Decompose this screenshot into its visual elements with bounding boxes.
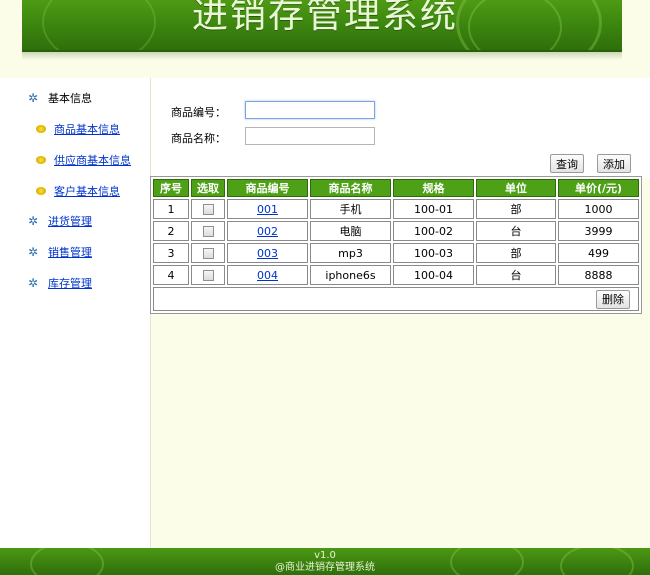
tree-icon: ✲ [28, 91, 39, 105]
product-table: 序号 选取 商品编号 商品名称 规格 单位 单价(/元) 1 001 手机 10… [150, 176, 642, 314]
price-cell: 3999 [558, 221, 639, 241]
spec-cell: 100-03 [393, 243, 474, 263]
unit-cell: 部 [476, 199, 556, 219]
sidebar-item-sales[interactable]: ✲ 销售管理 [28, 244, 92, 260]
product-code-input[interactable] [245, 101, 375, 119]
app-title: 进销存管理系统 [192, 0, 459, 36]
table-row: 4 004 iphone6s 100-04 台 8888 [153, 265, 639, 285]
sidebar-link-stock[interactable]: 库存管理 [48, 275, 92, 291]
product-name-cell: mp3 [310, 243, 391, 263]
row-checkbox[interactable] [202, 248, 214, 259]
table-row: 3 003 mp3 100-03 部 499 [153, 243, 639, 263]
tree-icon: ✲ [28, 276, 39, 290]
table-row: 1 001 手机 100-01 部 1000 [153, 199, 639, 219]
row-number: 4 [153, 265, 189, 285]
tree-icon: ✲ [28, 245, 39, 259]
sidebar-item-product-info[interactable]: 商品基本信息 [36, 121, 120, 137]
price-cell: 1000 [558, 199, 639, 219]
column-header: 商品名称 [310, 179, 391, 197]
row-checkbox[interactable] [202, 270, 214, 281]
row-number: 1 [153, 199, 189, 219]
sidebar-item-label: 基本信息 [48, 92, 92, 105]
sidebar-item-stock[interactable]: ✲ 库存管理 [28, 275, 92, 291]
add-button[interactable]: 添加 [597, 154, 631, 173]
spec-cell: 100-02 [393, 221, 474, 241]
spec-cell: 100-04 [393, 265, 474, 285]
column-header: 序号 [153, 179, 189, 197]
column-header: 选取 [191, 179, 225, 197]
sidebar-link-sales[interactable]: 销售管理 [48, 244, 92, 260]
sidebar-link-product-info[interactable]: 商品基本信息 [54, 121, 120, 137]
table-actions-cell: 删除 [153, 287, 639, 311]
bullet-icon [36, 187, 46, 195]
sidebar-item-supplier-info[interactable]: 供应商基本信息 [36, 152, 131, 168]
product-code-cell: 002 [227, 221, 308, 241]
banner-decoration [42, 0, 156, 50]
product-name-input[interactable] [245, 127, 375, 145]
banner-decoration [468, 0, 562, 50]
row-checkbox[interactable] [202, 204, 214, 215]
footer: v1.0 @商业进销存管理系统 [0, 548, 650, 575]
sidebar [0, 78, 151, 548]
column-header: 单位 [476, 179, 556, 197]
price-cell: 499 [558, 243, 639, 263]
product-name-cell: iphone6s [310, 265, 391, 285]
unit-cell: 台 [476, 265, 556, 285]
unit-cell: 部 [476, 243, 556, 263]
table-header-row: 序号 选取 商品编号 商品名称 规格 单位 单价(/元) [153, 179, 639, 197]
spec-cell: 100-01 [393, 199, 474, 219]
tree-icon: ✲ [28, 214, 39, 228]
table-row: 2 002 电脑 100-02 台 3999 [153, 221, 639, 241]
product-code-label: 商品编号： [171, 106, 226, 119]
sidebar-link-purchase[interactable]: 进货管理 [48, 213, 92, 229]
product-code-link[interactable]: 002 [257, 225, 278, 238]
row-select-cell [191, 265, 225, 285]
column-header: 规格 [393, 179, 474, 197]
row-select-cell [191, 221, 225, 241]
banner-shadow [22, 52, 622, 60]
footer-copyright: @商业进销存管理系统 [275, 562, 375, 573]
banner-image: 进销存管理系统 [22, 0, 622, 52]
product-code-cell: 001 [227, 199, 308, 219]
sidebar-item-customer-info[interactable]: 客户基本信息 [36, 183, 120, 199]
product-code-link[interactable]: 003 [257, 247, 278, 260]
row-checkbox[interactable] [202, 226, 214, 237]
row-select-cell [191, 199, 225, 219]
product-code-link[interactable]: 004 [257, 269, 278, 282]
sidebar-item-basic-info[interactable]: ✲ 基本信息 [28, 90, 92, 106]
query-button[interactable]: 查询 [550, 154, 584, 173]
bullet-icon [36, 156, 46, 164]
delete-button[interactable]: 删除 [596, 289, 630, 309]
bullet-icon [36, 125, 46, 133]
product-code-link[interactable]: 001 [257, 203, 278, 216]
column-header: 单价(/元) [558, 179, 639, 197]
row-select-cell [191, 243, 225, 263]
column-header: 商品编号 [227, 179, 308, 197]
product-code-cell: 003 [227, 243, 308, 263]
product-code-cell: 004 [227, 265, 308, 285]
footer-version: v1.0 [314, 550, 336, 561]
table-footer-row: 删除 [153, 287, 639, 311]
sidebar-link-customer-info[interactable]: 客户基本信息 [54, 183, 120, 199]
row-number: 2 [153, 221, 189, 241]
sidebar-link-supplier-info[interactable]: 供应商基本信息 [54, 152, 131, 168]
sidebar-item-purchase[interactable]: ✲ 进货管理 [28, 213, 92, 229]
product-name-label: 商品名称： [171, 132, 226, 145]
price-cell: 8888 [558, 265, 639, 285]
product-name-cell: 电脑 [310, 221, 391, 241]
header-banner: 进销存管理系统 [0, 0, 650, 78]
unit-cell: 台 [476, 221, 556, 241]
product-name-cell: 手机 [310, 199, 391, 219]
row-number: 3 [153, 243, 189, 263]
